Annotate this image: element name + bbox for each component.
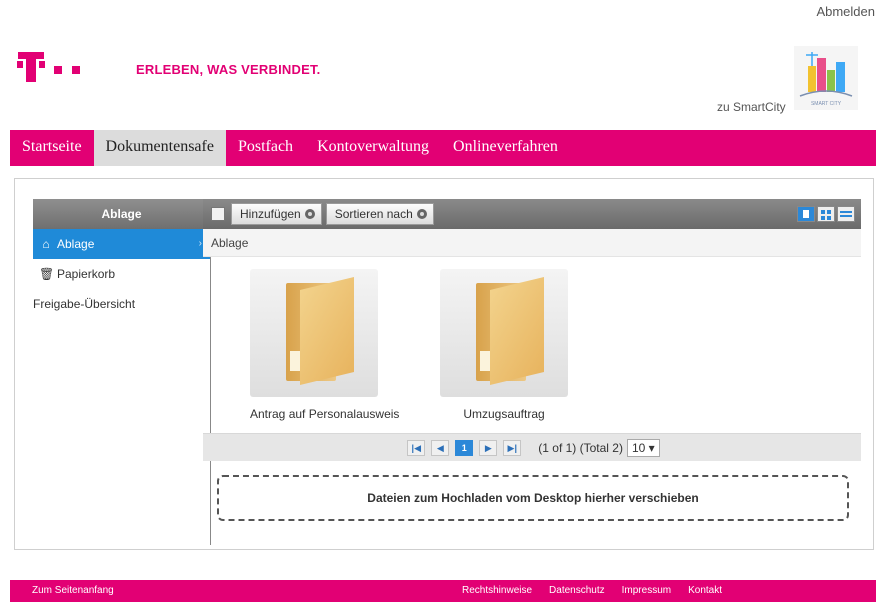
toolbar: Hinzufügen Sortieren nach — [203, 199, 861, 229]
prev-page-icon[interactable]: ◀ — [431, 439, 450, 456]
grid-view-icon[interactable] — [817, 206, 835, 222]
footer: Zum Seitenanfang Rechtshinweise Datensch… — [10, 580, 876, 602]
main-nav: Startseite Dokumentensafe Postfach Konto… — [10, 130, 876, 166]
home-icon: ⌂ — [42, 237, 50, 251]
nav-onlineverfahren[interactable]: Onlineverfahren — [441, 130, 570, 166]
sidebar-item-ablage[interactable]: ⌂ Ablage › — [33, 229, 210, 259]
back-to-top-link[interactable]: Zum Seitenanfang — [32, 585, 114, 596]
view-switcher — [795, 206, 855, 222]
sidebar-item-label: Ablage — [57, 237, 95, 251]
add-button[interactable]: Hinzufügen — [231, 203, 322, 225]
footer-link-impressum[interactable]: Impressum — [622, 585, 671, 596]
folder-label: Umzugsauftrag — [463, 407, 545, 421]
footer-links: Rechtshinweise Datenschutz Impressum Kon… — [462, 585, 739, 596]
smartcity-link[interactable]: zu SmartCity — [717, 100, 786, 114]
folder-item[interactable]: Umzugsauftrag — [440, 269, 568, 421]
page-button[interactable]: 1 — [455, 439, 474, 456]
first-page-icon[interactable]: |◀ — [407, 439, 426, 456]
select-all-checkbox[interactable] — [211, 207, 225, 221]
sidebar-item-papierkorb[interactable]: 🗑 Papierkorb — [33, 259, 210, 289]
logo-dot-icon — [72, 66, 80, 74]
logout-link[interactable]: Abmelden — [816, 4, 875, 19]
folder-icon — [250, 269, 378, 397]
footer-link-datenschutz[interactable]: Datenschutz — [549, 585, 605, 596]
smartcity-logo[interactable]: SMART CITY — [794, 46, 858, 110]
nav-postfach[interactable]: Postfach — [226, 130, 305, 166]
paginator: |◀ ◀ 1 ▶ ▶| (1 of 1) (Total 2) 10 ▾ — [203, 433, 861, 461]
document-safe-panel: Ablage ⌂ Ablage › 🗑 Papierkorb Freigabe-Üb… — [14, 178, 874, 550]
last-page-icon[interactable]: ▶| — [503, 439, 522, 456]
folder-icon — [440, 269, 568, 397]
upload-dropzone[interactable]: Dateien zum Hochladen vom Desktop hierhe… — [217, 475, 849, 521]
dropdown-circle-icon — [304, 209, 315, 219]
t-logo-icon — [17, 52, 45, 82]
page-summary: (1 of 1) (Total 2) — [538, 440, 623, 455]
folder-item[interactable]: Antrag auf Personalausweis — [250, 269, 400, 421]
nav-dokumentensafe[interactable]: Dokumentensafe — [93, 130, 226, 166]
file-browser: Hinzufügen Sortieren nach Ablage Antrag … — [203, 199, 861, 545]
page-size-select[interactable]: 10 ▾ — [626, 438, 660, 457]
footer-link-kontakt[interactable]: Kontakt — [688, 585, 722, 596]
sort-button-label: Sortieren nach — [334, 207, 413, 221]
folder-label: Antrag auf Personalausweis — [250, 407, 400, 421]
logo-dot-icon — [54, 66, 62, 74]
sidebar-item-label: Papierkorb — [57, 267, 116, 281]
sidebar-title: Ablage — [33, 199, 210, 229]
sidebar-item-freigabe[interactable]: Freigabe-Übersicht — [33, 289, 210, 319]
smartcity-logo-text: SMART CITY — [810, 101, 842, 107]
footer-link-rechtshinweise[interactable]: Rechtshinweise — [462, 585, 532, 596]
trash-icon: 🗑 — [39, 267, 55, 281]
dropdown-circle-icon — [416, 209, 427, 219]
sidebar-item-label: Freigabe-Übersicht — [33, 297, 136, 311]
nav-startseite[interactable]: Startseite — [10, 130, 94, 166]
folder-grid: Antrag auf Personalausweis Umzugsauftrag — [203, 257, 861, 433]
telekom-logo[interactable] — [17, 52, 80, 82]
breadcrumb: Ablage — [203, 229, 861, 257]
nav-kontoverwaltung[interactable]: Kontoverwaltung — [305, 130, 441, 166]
list-view-icon[interactable] — [797, 206, 815, 222]
sidebar: Ablage ⌂ Ablage › 🗑 Papierkorb Freigabe-Üb… — [33, 199, 211, 545]
sort-button[interactable]: Sortieren nach — [325, 203, 434, 225]
brand-slogan: ERLEBEN, WAS VERBINDET. — [136, 62, 321, 77]
chevron-right-icon: › — [198, 238, 202, 249]
detail-view-icon[interactable] — [837, 206, 855, 222]
next-page-icon[interactable]: ▶ — [479, 439, 498, 456]
add-button-label: Hinzufügen — [240, 207, 301, 221]
